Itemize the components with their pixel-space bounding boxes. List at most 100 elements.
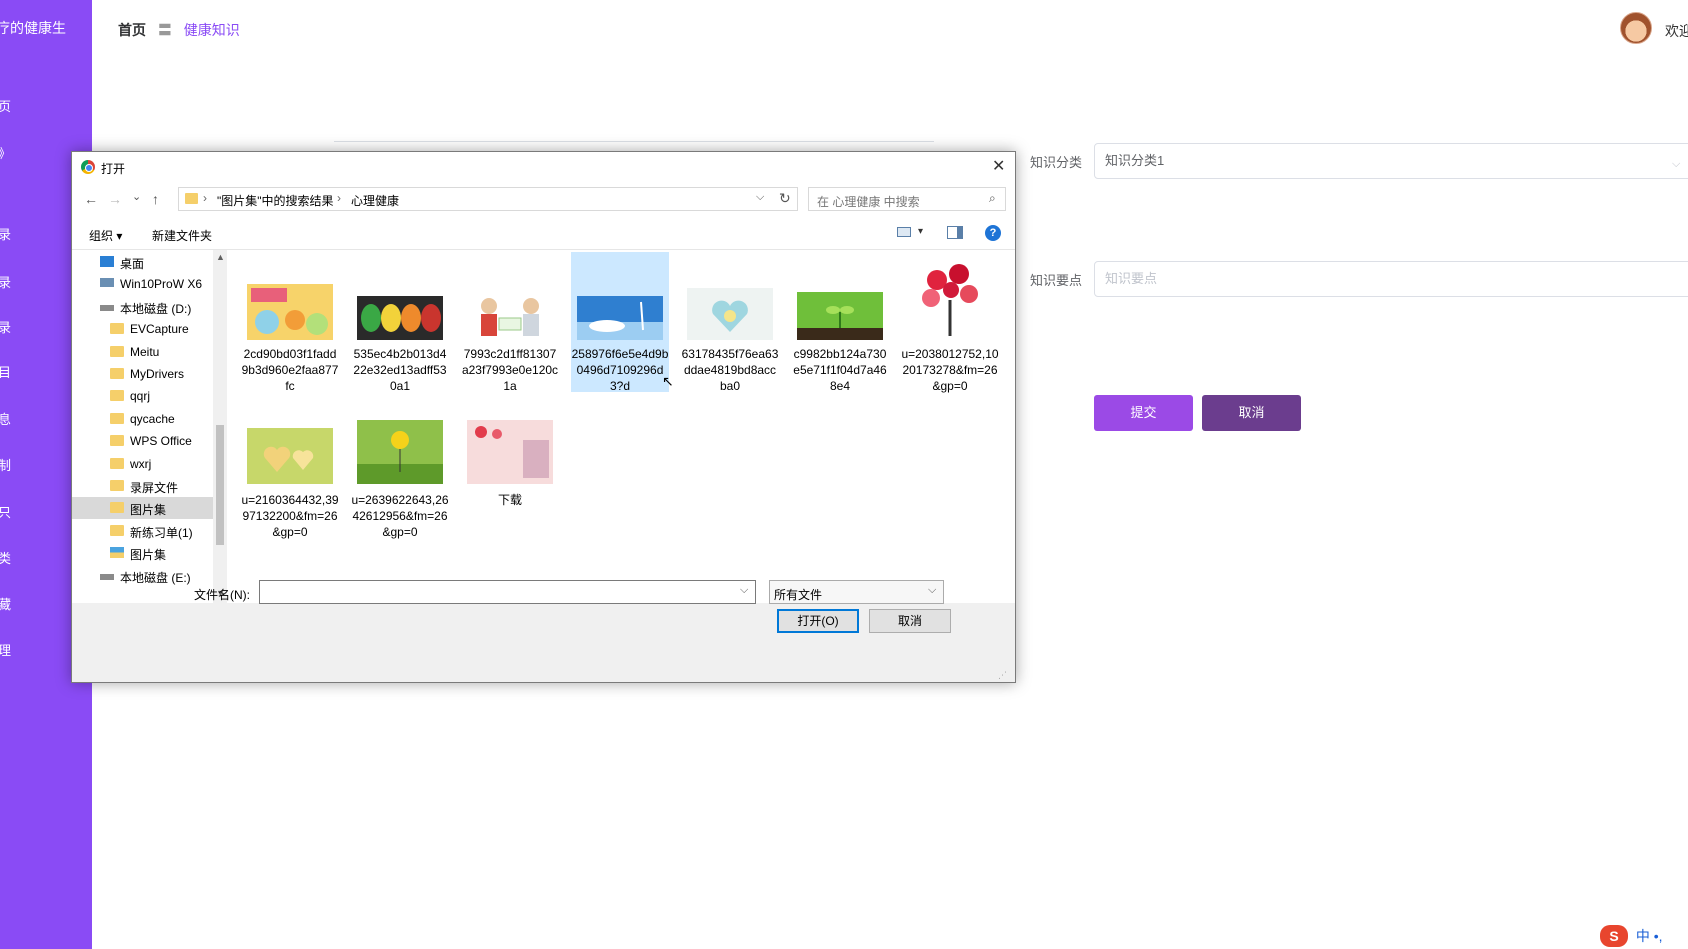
- mouse-cursor: ↖: [662, 373, 674, 389]
- sidebar-item[interactable]: 只: [0, 502, 11, 521]
- help-icon[interactable]: ?: [985, 225, 1001, 241]
- tree-item[interactable]: 本地磁盘 (D:): [72, 296, 227, 318]
- tree-item[interactable]: 桌面: [72, 251, 227, 273]
- search-input[interactable]: 在 心理健康 中搜索 ⌕: [808, 187, 1006, 211]
- view-options-icon[interactable]: [897, 227, 911, 237]
- new-folder-button[interactable]: 新建文件夹: [152, 227, 212, 244]
- up-arrow-icon[interactable]: ↑: [152, 191, 159, 207]
- tree-item[interactable]: Win10ProW X6: [72, 273, 227, 295]
- tree-item[interactable]: 图片集: [72, 497, 227, 520]
- folder-icon: [110, 368, 124, 379]
- breadcrumb-home[interactable]: 首页: [118, 22, 146, 38]
- tree-item[interactable]: 图片集: [72, 542, 227, 564]
- file-thumbnail: [357, 296, 443, 340]
- tree-item[interactable]: qycache: [72, 408, 227, 430]
- tree-item[interactable]: MyDrivers: [72, 363, 227, 385]
- organize-button[interactable]: 组织 ▾: [89, 227, 122, 244]
- file-name: 258976f6e5e4d9b0496d7109296d3?d: [571, 347, 669, 393]
- desktop-icon: [100, 256, 114, 267]
- chevron-right-icon[interactable]: ›: [203, 191, 207, 205]
- folder-icon: [110, 480, 124, 491]
- address-segment-folder[interactable]: 心理健康: [351, 192, 399, 209]
- file-item[interactable]: u=2639622643,2642612956&fm=26&gp=0: [351, 420, 449, 560]
- file-name: 7993c2d1ff81307a23f7993e0e120c1a: [461, 347, 559, 393]
- points-input[interactable]: 知识要点: [1094, 261, 1688, 297]
- breadcrumb-current[interactable]: 健康知识: [184, 22, 240, 38]
- welcome-text: 欢迎: [1665, 23, 1688, 39]
- search-icon[interactable]: ⌕: [989, 191, 996, 206]
- file-item[interactable]: 下载: [461, 420, 559, 560]
- file-item[interactable]: u=2160364432,3997132200&fm=26&gp=0: [241, 420, 339, 560]
- scrollbar-thumb[interactable]: [216, 425, 224, 545]
- filetype-select[interactable]: 所有文件 ⌵: [769, 580, 944, 604]
- category-select[interactable]: 知识分类1: [1094, 143, 1688, 179]
- address-segment-search-results[interactable]: "图片集"中的搜索结果: [217, 192, 334, 209]
- file-thumbnail: [357, 420, 443, 484]
- avatar[interactable]: [1620, 12, 1652, 44]
- tree-item[interactable]: Meitu: [72, 341, 227, 363]
- sidebar-item[interactable]: 录: [0, 272, 11, 291]
- sidebar-item[interactable]: 》: [0, 143, 11, 162]
- filename-input[interactable]: ⌵: [259, 580, 756, 604]
- tree-item[interactable]: 本地磁盘 (E:): [72, 565, 227, 587]
- tree-item[interactable]: EVCapture: [72, 318, 227, 340]
- tree-item-label: 本地磁盘 (E:): [120, 570, 191, 585]
- file-item[interactable]: 535ec4b2b013d422e32ed13adff530a1: [351, 252, 449, 393]
- tree-scrollbar[interactable]: ▲ ▼: [213, 250, 227, 603]
- tree-item-label: wxrj: [130, 456, 152, 471]
- tree-item[interactable]: wxrj: [72, 453, 227, 475]
- recent-locations-icon[interactable]: ⌄: [132, 190, 141, 203]
- cancel-button[interactable]: 取消: [1202, 395, 1301, 431]
- category-label: 知识分类: [1030, 155, 1083, 170]
- close-icon[interactable]: ✕: [992, 156, 1005, 176]
- sidebar-item[interactable]: 类: [0, 548, 11, 567]
- tree-item[interactable]: 新练习单(1): [72, 520, 227, 542]
- chrome-icon: [81, 160, 95, 174]
- sidebar-item[interactable]: 息: [0, 409, 11, 428]
- preview-pane-icon[interactable]: [947, 226, 963, 239]
- sidebar-item[interactable]: 录: [0, 224, 11, 243]
- chevron-right-icon[interactable]: ›: [337, 191, 341, 205]
- tree-item[interactable]: 录屏文件: [72, 475, 227, 497]
- back-arrow-icon[interactable]: ←: [84, 191, 98, 207]
- open-button[interactable]: 打开(O): [777, 609, 859, 633]
- sidebar-item[interactable]: 目: [0, 362, 11, 381]
- file-item[interactable]: c9982bb124a730e5e71f1f04d7a468e4: [791, 252, 889, 393]
- file-item[interactable]: 258976f6e5e4d9b0496d7109296d3?d: [571, 252, 669, 393]
- tree-item-label: 本地磁盘 (D:): [120, 301, 192, 316]
- tree-item[interactable]: qqrj: [72, 385, 227, 407]
- file-item[interactable]: 7993c2d1ff81307a23f7993e0e120c1a: [461, 252, 559, 393]
- submit-button[interactable]: 提交: [1094, 395, 1193, 431]
- file-thumbnail: [687, 288, 773, 340]
- open-file-dialog: 打开 ✕ ← → ⌄ ↑ › "图片集"中的搜索结果 › 心理健康 ⌵ ↻ 在 …: [71, 151, 1016, 683]
- dialog-cancel-button[interactable]: 取消: [869, 609, 951, 633]
- address-bar[interactable]: › "图片集"中的搜索结果 › 心理健康 ⌵ ↻: [178, 187, 798, 211]
- filename-label: 文件名(N):: [194, 588, 250, 602]
- tree-item[interactable]: WPS Office: [72, 430, 227, 452]
- forward-arrow-icon[interactable]: →: [108, 191, 122, 207]
- sidebar-item[interactable]: 制: [0, 455, 11, 474]
- resize-grip-icon[interactable]: ⋰: [998, 670, 1007, 681]
- dialog-titlebar[interactable]: 打开 ✕: [72, 152, 1015, 182]
- breadcrumb: 首页 〓 健康知识: [118, 20, 240, 40]
- chevron-down-icon[interactable]: ▾: [918, 226, 923, 237]
- sidebar-item[interactable]: 藏: [0, 594, 11, 613]
- sidebar-item[interactable]: 理: [0, 640, 11, 659]
- sidebar-item[interactable]: 录: [0, 317, 11, 336]
- file-item[interactable]: 63178435f76ea63ddae4819bd8accba0: [681, 252, 779, 393]
- chevron-down-icon[interactable]: ⌵: [756, 191, 764, 204]
- ime-indicator[interactable]: S 中 •,: [1600, 925, 1663, 947]
- file-thumbnail: [797, 292, 883, 340]
- folder-icon: [110, 412, 124, 424]
- sidebar-item[interactable]: 页: [0, 96, 11, 115]
- scroll-up-icon[interactable]: ▲: [216, 252, 225, 262]
- chevron-down-icon[interactable]: ⌵: [740, 584, 748, 597]
- file-item[interactable]: u=2038012752,1020173278&fm=26&gp=0: [901, 252, 999, 393]
- file-thumbnail: [247, 284, 333, 340]
- file-item[interactable]: 2cd90bd03f1fadd9b3d960e2faa877fc: [241, 252, 339, 393]
- chevron-down-icon[interactable]: ⌵: [928, 584, 936, 597]
- file-name: u=2038012752,1020173278&fm=26&gp=0: [901, 347, 999, 393]
- refresh-icon[interactable]: ↻: [779, 190, 791, 207]
- drive-icon: [100, 573, 114, 580]
- folder-icon: [110, 323, 124, 335]
